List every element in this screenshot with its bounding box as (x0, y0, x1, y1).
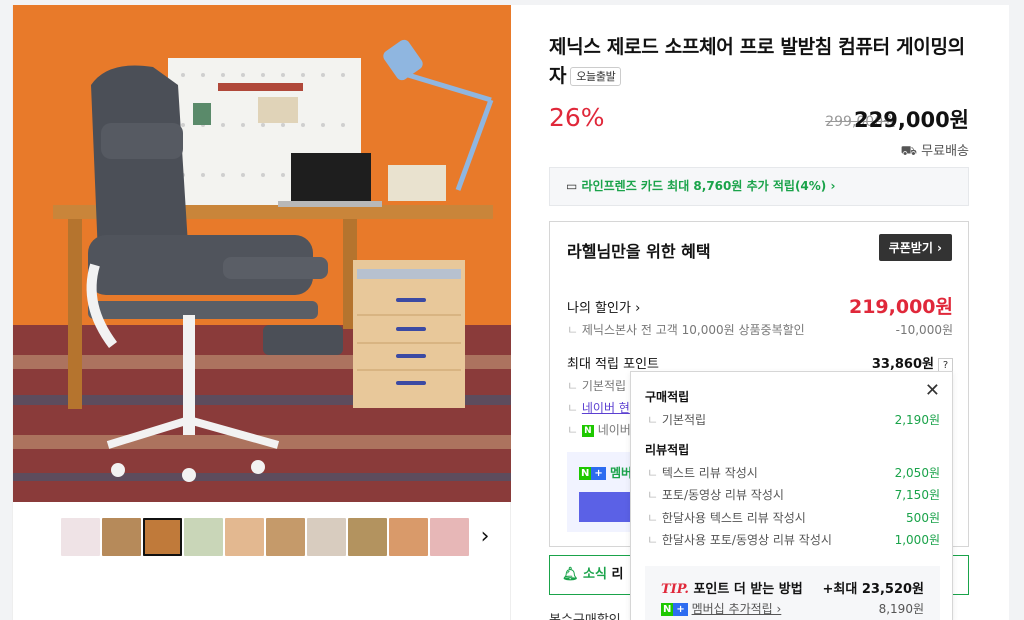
thumbnail[interactable] (225, 518, 264, 556)
card-promo-banner[interactable]: ▭ 라인프렌즈 카드 최대 8,760원 추가 적립(4%) › (549, 167, 969, 206)
tip-max: +최대 23,520원 (822, 582, 924, 597)
product-image[interactable] (13, 5, 511, 502)
points-popup: ✕ 구매적립 ㄴ 기본적립 2,190원 리뷰적립 ㄴ 텍스트 리뷰 작성시 2… (630, 371, 953, 620)
tip-member-row[interactable]: N + 멤버십 추가적립 › (661, 600, 781, 617)
tip-member-value: 8,190원 (878, 602, 924, 616)
thumbnail[interactable] (307, 518, 346, 556)
naver-pay-label: 네이버 (597, 423, 631, 437)
review-value: 7,150원 (894, 488, 940, 502)
naver-plus-icon: + (591, 467, 606, 480)
tip-header: TIP. 포인트 더 받는 방법 (661, 578, 803, 597)
my-discount-sub-row: ㄴ 제닉스본사 전 고객 10,000원 상품중복할인 -10,000원 (567, 323, 953, 337)
close-icon[interactable]: ✕ (925, 380, 940, 401)
thumbnail-active[interactable] (143, 518, 182, 556)
card-promo-text: 라인프렌즈 카드 최대 8,760원 추가 적립(4%) › (581, 179, 836, 193)
review-value: 500원 (906, 511, 940, 525)
naver-plus-icon: + (673, 603, 688, 616)
review-row: ㄴ 텍스트 리뷰 작성시 2,050원 (647, 466, 940, 480)
popup-basic-value: 2,190원 (894, 413, 940, 427)
naver-n-icon: N (661, 603, 674, 616)
tip-title: 포인트 더 받는 방법 (693, 582, 803, 597)
max-points-value: 33,860원 (871, 357, 934, 372)
tip-box: TIP. 포인트 더 받는 방법 +최대 23,520원 N + 멤버십 추가적립… (645, 566, 940, 620)
product-title: 제닉스 제로드 소프체어 프로 발받침 컴퓨터 게이밍의자 오늘출발 (549, 33, 979, 91)
tip-member-link[interactable]: 멤버십 추가적립 › (692, 602, 782, 616)
thumbnail[interactable] (61, 518, 100, 556)
review-row: ㄴ 한달사용 포토/동영상 리뷰 작성시 1,000원 (647, 533, 940, 547)
my-discount-row[interactable]: 나의 할인가 › 219,000원 (567, 296, 953, 318)
thumbnail[interactable] (389, 518, 428, 556)
thumbnail[interactable] (184, 518, 223, 556)
review-value: 1,000원 (894, 533, 940, 547)
my-discount-price: 219,000원 (848, 296, 953, 318)
news-label: 소식 (583, 567, 607, 582)
popup-basic-label: 기본적립 (661, 413, 707, 427)
credit-card-icon: ▭ (566, 179, 578, 193)
product-gallery: › (12, 5, 511, 620)
review-value: 2,050원 (894, 466, 940, 480)
delivery-badge: 오늘출발 (570, 67, 622, 86)
popup-basic-row: ㄴ 기본적립 2,190원 (647, 413, 940, 427)
naver-n-icon: N (579, 467, 592, 480)
review-label: 한달사용 포토/동영상 리뷰 작성시 (661, 533, 832, 547)
my-discount-sub-value: -10,000원 (895, 323, 953, 337)
thumbnail[interactable] (102, 518, 141, 556)
membership-header: N + 멤버 (579, 464, 632, 481)
product-page: › 제닉스 제로드 소프체어 프로 발받침 컴퓨터 게이밍의자 오늘출발 26% … (0, 0, 1024, 620)
review-label: 텍스트 리뷰 작성시 (661, 466, 758, 480)
membership-label: 멤버 (609, 466, 633, 480)
basic-points-label: 기본적립 (581, 379, 627, 393)
naver-pay-icon: N (581, 424, 594, 437)
shipping-label: 무료배송 (921, 144, 969, 159)
multi-buy-discount-label: 복수구매할인 (549, 609, 621, 620)
thumbnail[interactable] (348, 518, 387, 556)
thumbnail[interactable] (266, 518, 305, 556)
tip-label: TIP. (661, 582, 689, 597)
purchase-points-heading: 구매적립 (645, 390, 690, 404)
naver-points-link[interactable]: 네이버 현 (582, 401, 630, 415)
shipping-info: ⛟ 무료배송 (901, 140, 969, 161)
max-points-value-wrap: 33,860원? (872, 353, 953, 373)
max-points-label: 최대 적립 포인트 (567, 357, 659, 372)
thumbnail[interactable] (430, 518, 469, 556)
my-discount-label: 나의 할인가 › (567, 301, 641, 316)
review-label: 한달사용 텍스트 리뷰 작성시 (661, 511, 806, 525)
truck-icon: ⛟ (900, 144, 918, 159)
review-row: ㄴ 포토/동영상 리뷰 작성시 7,150원 (647, 488, 940, 502)
review-points-heading: 리뷰적립 (645, 443, 690, 457)
benefit-title: 라헬님만을 위한 혜택 (567, 242, 711, 261)
thumbnail-strip (61, 518, 469, 556)
review-label: 포토/동영상 리뷰 작성시 (661, 488, 784, 502)
chevron-right-icon[interactable]: › (475, 526, 495, 550)
discount-rate: 26% (549, 103, 605, 132)
bell-icon: 🔔︎ (562, 567, 579, 582)
news-rest: 리 (611, 567, 624, 582)
my-discount-sub: 제닉스본사 전 고객 10,000원 상품중복할인 (581, 323, 805, 337)
get-coupon-button[interactable]: 쿠폰받기 › (878, 234, 952, 261)
max-points-row: 최대 적립 포인트 33,860원? (567, 353, 953, 373)
sale-price: 229,000원 (854, 108, 969, 132)
review-row: ㄴ 한달사용 텍스트 리뷰 작성시 500원 (647, 511, 940, 525)
